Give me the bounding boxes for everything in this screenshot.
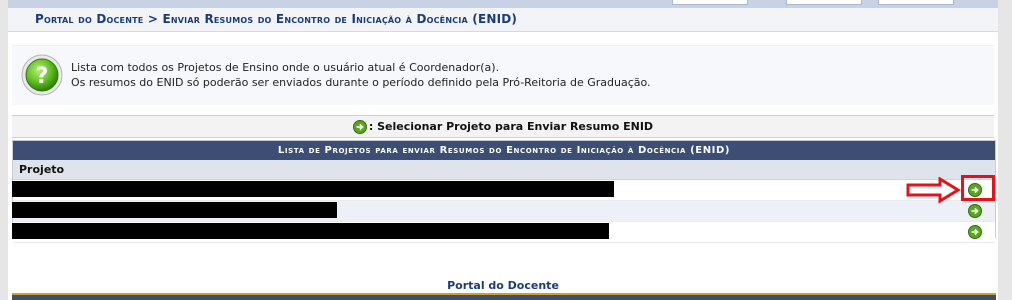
highlight-box: [961, 175, 995, 201]
footer-portal-link[interactable]: Portal do Docente: [8, 279, 998, 292]
table-row: [12, 222, 995, 243]
select-project-button[interactable]: [968, 204, 982, 218]
help-question-icon: ?: [21, 54, 63, 96]
redacted-project-title: [12, 202, 337, 218]
info-message-box: ? Lista com todos os Projetos de Ensino …: [12, 45, 994, 105]
info-line-1: Lista com todos os Projetos de Ensino on…: [71, 61, 500, 74]
breadcrumb-separator: >: [143, 12, 163, 26]
footer-bar: [12, 293, 996, 300]
redacted-project-title: [12, 223, 609, 239]
breadcrumb-current: Enviar Resumos do Encontro de Iniciação …: [162, 12, 518, 26]
legend-label: : Selecionar Projeto para Enviar Resumo …: [368, 120, 654, 133]
info-line-2: Os resumos do ENID só poderão ser enviad…: [71, 76, 651, 89]
green-arrow-right-icon: [352, 119, 367, 134]
column-header-projeto: Projeto: [13, 160, 995, 180]
top-menu-tab[interactable]: [878, 0, 954, 5]
page-container: Portal do Docente > Enviar Resumos do En…: [8, 0, 998, 300]
top-menu-tab[interactable]: [672, 0, 748, 5]
svg-text:?: ?: [36, 64, 49, 89]
table-row: [12, 180, 995, 201]
red-arrow-right-icon: [906, 177, 961, 203]
legend-bar: : Selecionar Projeto para Enviar Resumo …: [12, 115, 994, 138]
page-title: Portal do Docente > Enviar Resumos do En…: [8, 8, 998, 32]
projects-table: Lista de Projetos para enviar Resumos do…: [12, 140, 996, 243]
table-row: [12, 201, 995, 222]
top-menu-strip: [8, 0, 998, 8]
redacted-project-title: [12, 181, 614, 197]
table-caption: Lista de Projetos para enviar Resumos do…: [13, 141, 995, 160]
top-menu-tab[interactable]: [786, 0, 862, 5]
select-project-button[interactable]: [968, 225, 982, 239]
breadcrumb-root[interactable]: Portal do Docente: [35, 12, 143, 26]
